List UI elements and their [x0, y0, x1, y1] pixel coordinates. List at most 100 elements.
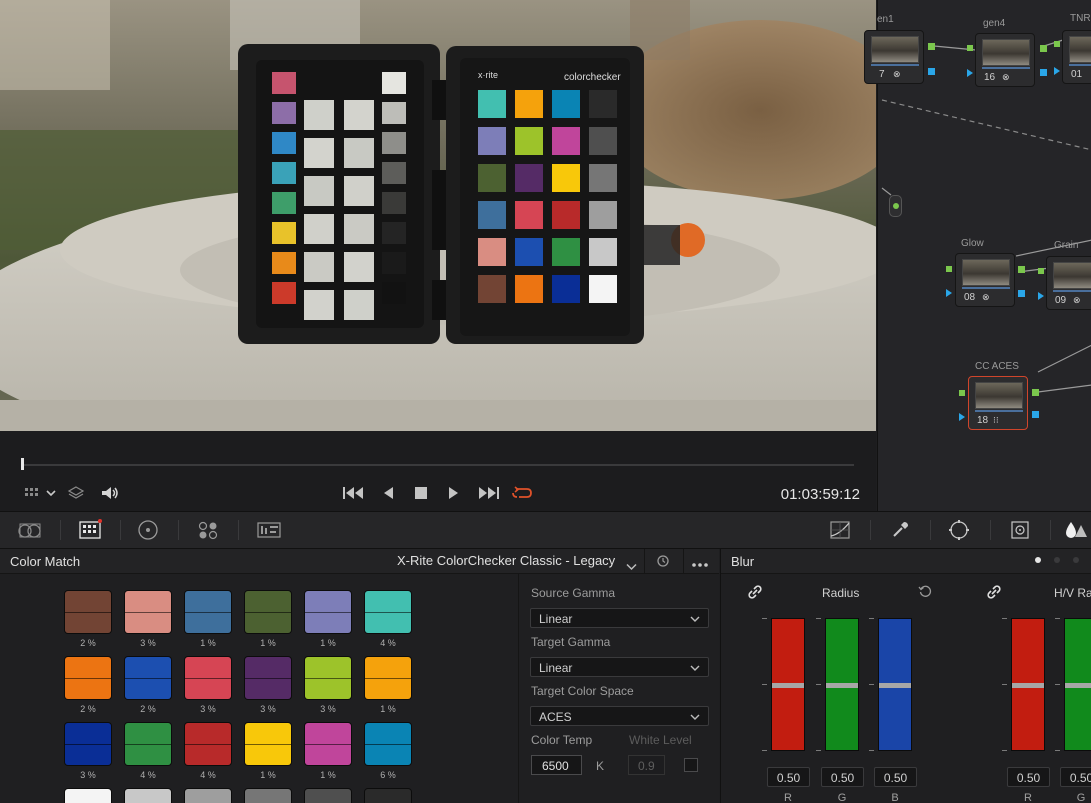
- node-tnr[interactable]: 01: [1062, 30, 1091, 84]
- node-input-port[interactable]: [959, 413, 965, 421]
- source-gamma-select[interactable]: Linear: [530, 608, 709, 628]
- tracker-icon[interactable]: [1004, 511, 1036, 549]
- node-input-port[interactable]: [959, 390, 965, 396]
- viewer-mode-icon[interactable]: [22, 484, 42, 502]
- slider-knob[interactable]: [772, 683, 804, 688]
- node-input-port[interactable]: [946, 289, 952, 297]
- color-swatch[interactable]: [184, 722, 232, 766]
- color-swatch[interactable]: [304, 590, 352, 634]
- slider-knob[interactable]: [1012, 683, 1044, 688]
- color-match-icon[interactable]: [74, 511, 106, 549]
- panel-page-dots[interactable]: [1035, 557, 1091, 567]
- node-output-port[interactable]: [928, 43, 935, 50]
- color-swatch[interactable]: [244, 788, 292, 803]
- camera-raw-icon[interactable]: [14, 511, 46, 549]
- blur-value-g[interactable]: 0.50: [821, 767, 864, 787]
- node-output-port[interactable]: [1040, 45, 1047, 52]
- node-input-port[interactable]: [1054, 41, 1060, 47]
- node-gen4[interactable]: 16 ⊗: [975, 33, 1035, 87]
- blur-slider-r[interactable]: [1011, 618, 1045, 751]
- color-swatch[interactable]: [364, 590, 412, 634]
- node-input-port[interactable]: [967, 45, 973, 51]
- blur-slider-g[interactable]: [1064, 618, 1091, 751]
- color-swatch[interactable]: [364, 656, 412, 700]
- color-wheels-icon[interactable]: [132, 511, 164, 549]
- jump-to-end-icon[interactable]: [476, 483, 502, 503]
- color-swatch[interactable]: [304, 788, 352, 803]
- stop-icon[interactable]: [411, 483, 431, 503]
- color-swatch[interactable]: [184, 788, 232, 803]
- node-input-port[interactable]: [1038, 292, 1044, 300]
- color-swatch[interactable]: [64, 788, 112, 803]
- color-swatch[interactable]: [364, 788, 412, 803]
- white-level-input[interactable]: 0.9: [628, 755, 665, 775]
- viewer[interactable]: x·rite colorchecker: [0, 0, 876, 431]
- page-dot[interactable]: [1054, 557, 1060, 563]
- node-cc-aces-selected[interactable]: 18 ⁝⁝: [968, 376, 1028, 430]
- curves-icon[interactable]: [824, 511, 856, 549]
- color-swatch[interactable]: [124, 788, 172, 803]
- timeline-scrubber[interactable]: [22, 464, 854, 466]
- layers-icon[interactable]: [65, 483, 87, 503]
- node-input-port[interactable]: [1038, 268, 1044, 274]
- link-icon[interactable]: [748, 585, 764, 601]
- color-swatch[interactable]: [304, 656, 352, 700]
- white-level-checkbox[interactable]: [684, 758, 698, 772]
- node-input-port[interactable]: [967, 69, 973, 77]
- qualifier-eyedropper-icon[interactable]: [884, 511, 916, 549]
- node-circle-connector[interactable]: [889, 195, 902, 217]
- color-swatch[interactable]: [364, 722, 412, 766]
- color-swatch[interactable]: [64, 656, 112, 700]
- more-options-icon[interactable]: [691, 555, 711, 569]
- node-output-port[interactable]: [928, 68, 935, 75]
- chevron-down-icon[interactable]: [44, 486, 58, 500]
- jump-to-start-icon[interactable]: [340, 483, 366, 503]
- loop-icon[interactable]: [510, 483, 534, 503]
- target-color-space-select[interactable]: ACES: [530, 706, 709, 726]
- reset-icon[interactable]: [656, 554, 672, 570]
- color-swatch[interactable]: [244, 590, 292, 634]
- slider-knob[interactable]: [826, 683, 858, 688]
- play-reverse-icon[interactable]: [378, 483, 398, 503]
- color-swatch[interactable]: [304, 722, 352, 766]
- chart-preset-dropdown[interactable]: X-Rite ColorChecker Classic - Legacy: [397, 553, 615, 568]
- color-swatch[interactable]: [244, 722, 292, 766]
- color-temp-input[interactable]: 6500: [531, 755, 582, 775]
- color-swatch[interactable]: [64, 722, 112, 766]
- playhead[interactable]: [21, 458, 24, 470]
- color-swatch[interactable]: [184, 656, 232, 700]
- slider-knob[interactable]: [879, 683, 911, 688]
- color-swatch[interactable]: [184, 590, 232, 634]
- reset-radius-icon[interactable]: [918, 584, 934, 600]
- blur-value-b[interactable]: 0.50: [874, 767, 917, 787]
- node-grain[interactable]: 09 ⊗: [1046, 256, 1091, 310]
- color-swatch[interactable]: [244, 656, 292, 700]
- speaker-icon[interactable]: [99, 483, 121, 503]
- blur-value-r[interactable]: 0.50: [1007, 767, 1050, 787]
- node-output-port[interactable]: [1032, 411, 1039, 418]
- color-swatch[interactable]: [124, 722, 172, 766]
- page-dot[interactable]: [1035, 557, 1041, 563]
- page-dot[interactable]: [1073, 557, 1079, 563]
- blur-slider-b[interactable]: [878, 618, 912, 751]
- link-icon[interactable]: [987, 585, 1003, 601]
- chevron-down-icon[interactable]: [626, 558, 637, 576]
- node-input-port[interactable]: [946, 266, 952, 272]
- target-gamma-select[interactable]: Linear: [530, 657, 709, 677]
- color-swatch[interactable]: [64, 590, 112, 634]
- node-en1[interactable]: 7 ⊗: [864, 30, 924, 84]
- blur-value-r[interactable]: 0.50: [767, 767, 810, 787]
- node-output-port[interactable]: [1032, 389, 1039, 396]
- color-swatch[interactable]: [124, 656, 172, 700]
- play-icon[interactable]: [444, 483, 464, 503]
- blur-slider-g[interactable]: [825, 618, 859, 751]
- power-window-icon[interactable]: [943, 511, 975, 549]
- blur-value-g[interactable]: 0.50: [1060, 767, 1091, 787]
- blur-icon[interactable]: [1060, 511, 1091, 549]
- node-output-port[interactable]: [1018, 266, 1025, 273]
- slider-knob[interactable]: [1065, 683, 1091, 688]
- color-swatch[interactable]: [124, 590, 172, 634]
- node-output-port[interactable]: [1040, 69, 1047, 76]
- blur-slider-r[interactable]: [771, 618, 805, 751]
- node-output-port[interactable]: [1018, 290, 1025, 297]
